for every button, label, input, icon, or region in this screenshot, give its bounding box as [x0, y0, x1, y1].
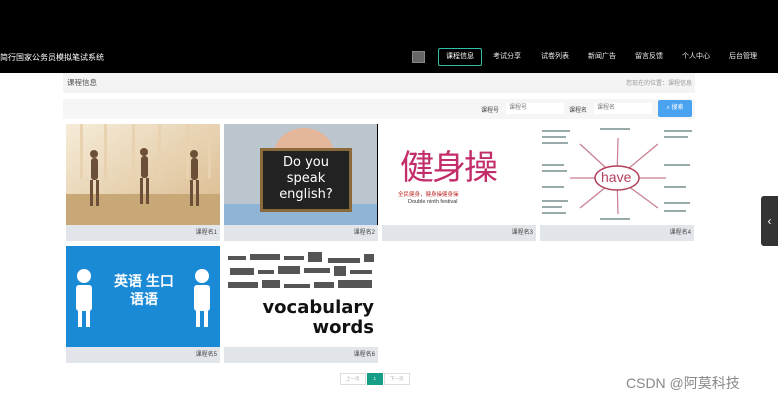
- fitness-title: 健身操: [400, 148, 498, 188]
- chevron-left-icon: ‹: [767, 214, 772, 228]
- page-1-button[interactable]: 1: [366, 373, 384, 385]
- main-content: 课程信息 您现在的位置：课程信息 课程号 课程号 课程名 课程名 ⌕ 搜索: [63, 73, 695, 119]
- course-id-input[interactable]: 课程号: [506, 103, 564, 114]
- search-button-label: 搜索: [671, 105, 684, 111]
- course-image-fitness[interactable]: 健身操 全民健身，健身操健身操 Double ninth festival: [382, 124, 536, 225]
- page-title: 课程信息: [67, 78, 97, 87]
- course-image-english-speaking[interactable]: 英语 生口 语语: [66, 246, 220, 347]
- site-brand[interactable]: 简行国家公务员模拟笔试系统: [0, 52, 104, 63]
- course-card[interactable]: 健身操 全民健身，健身操健身操 Double ninth festival 课程…: [382, 124, 536, 241]
- nav-profile[interactable]: 个人中心: [674, 48, 718, 66]
- prev-page-button[interactable]: 上一页: [340, 373, 366, 385]
- nav-admin[interactable]: 后台管理: [721, 48, 765, 66]
- course-image-speak-english[interactable]: Do you speak english?: [224, 124, 378, 225]
- top-band: [0, 0, 778, 40]
- next-page-button[interactable]: 下一页: [384, 373, 410, 385]
- search-button[interactable]: ⌕ 搜索: [658, 100, 692, 117]
- course-card[interactable]: 英语 生口 语语 课程名5: [66, 246, 220, 363]
- course-card[interactable]: 课程名1: [66, 124, 220, 241]
- have-word: have: [601, 169, 632, 185]
- nav-course-info[interactable]: 课程信息: [438, 48, 482, 66]
- course-caption[interactable]: 课程名5: [66, 347, 220, 363]
- pagination: 上一页 1 下一页: [340, 373, 410, 385]
- breadcrumb-label: 您现在的位置：: [625, 81, 668, 87]
- nav-feedback[interactable]: 留言反馈: [627, 48, 671, 66]
- title-bar: 课程信息 您现在的位置：课程信息: [63, 73, 695, 93]
- breadcrumb-current[interactable]: 课程信息: [668, 81, 692, 87]
- course-card[interactable]: vocabulary words 课程名6: [224, 246, 378, 363]
- vocabulary-text: vocabulary words: [262, 297, 374, 338]
- nav-exam-share[interactable]: 考试分享: [485, 48, 529, 66]
- search-icon: ⌕: [666, 105, 670, 111]
- course-name-input[interactable]: 课程名: [594, 103, 652, 114]
- breadcrumb: 您现在的位置：课程信息: [626, 78, 692, 87]
- course-caption[interactable]: 课程名1: [66, 225, 220, 241]
- nav-icon[interactable]: [412, 51, 425, 63]
- course-id-label: 课程号: [481, 108, 500, 114]
- course-image-vocabulary[interactable]: vocabulary words: [224, 246, 378, 347]
- course-caption[interactable]: 课程名4: [540, 225, 694, 241]
- english-speaking-text: 英语 生口 语语: [114, 273, 174, 307]
- course-image-yoga[interactable]: [66, 124, 220, 225]
- course-caption[interactable]: 课程名6: [224, 347, 378, 363]
- course-image-have-mindmap[interactable]: have: [540, 124, 694, 225]
- course-name-label: 课程名: [569, 108, 588, 114]
- course-card[interactable]: have 课程名4: [540, 124, 694, 241]
- course-caption[interactable]: 课程名3: [382, 225, 536, 241]
- nav-news[interactable]: 新闻广告: [580, 48, 624, 66]
- fitness-sub: 全民健身，健身操健身操: [398, 192, 459, 198]
- side-tab[interactable]: ‹: [761, 196, 778, 246]
- nav-exam-list[interactable]: 试卷列表: [533, 48, 577, 66]
- course-card[interactable]: Do you speak english? 课程名2: [224, 124, 378, 241]
- chalkboard-text: Do you speak english?: [260, 148, 352, 212]
- course-caption[interactable]: 课程名2: [224, 225, 378, 241]
- fitness-sub-en: Double ninth festival: [408, 199, 458, 205]
- watermark: CSDN @阿莫科技: [626, 375, 740, 391]
- search-bar: 课程号 课程号 课程名 课程名 ⌕ 搜索: [63, 99, 695, 119]
